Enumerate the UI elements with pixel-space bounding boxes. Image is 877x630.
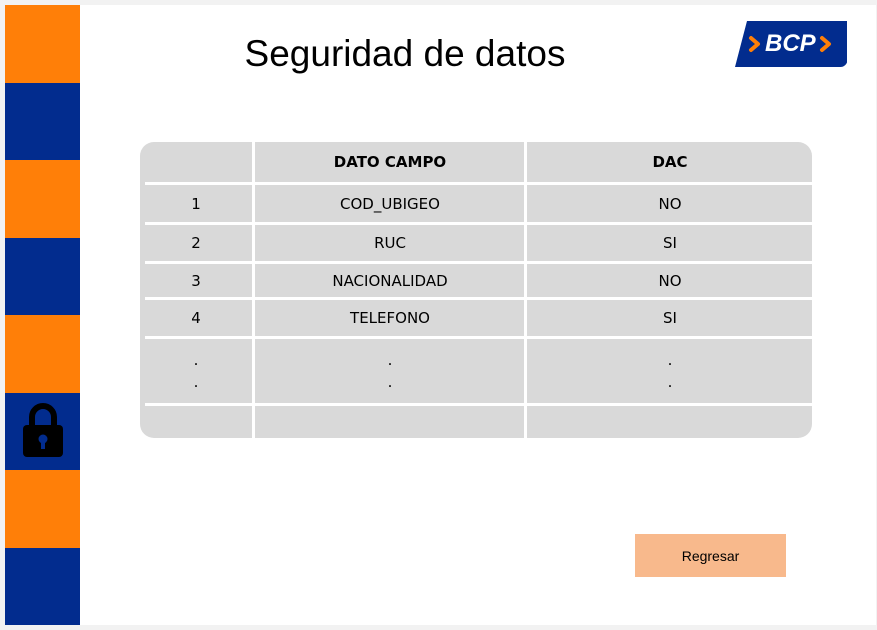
ellipsis-dot: . — [193, 373, 199, 391]
lock-icon — [21, 401, 65, 457]
ellipsis-cell: . . — [256, 339, 524, 403]
cell-dac: NO — [658, 194, 682, 213]
screen: Seguridad de datos BCP DATO CAMPO DAC 1 … — [5, 5, 876, 625]
cell-index: 2 — [191, 234, 201, 252]
cell-dac: NO — [658, 271, 682, 290]
cell-dato-campo: RUC — [374, 234, 406, 252]
ellipsis-cell: . . — [140, 339, 252, 403]
regresar-button[interactable]: Regresar — [635, 534, 786, 577]
ellipsis-dot: . — [387, 373, 393, 391]
cell-dato-campo: COD_UBIGEO — [340, 194, 440, 213]
stripe-blue — [5, 237, 80, 315]
table-row: 2 RUC SI — [140, 225, 812, 261]
ellipsis-dot: . — [387, 351, 393, 369]
cell-index: 3 — [191, 271, 201, 290]
empty-cell — [140, 406, 252, 438]
ellipsis-dot: . — [667, 373, 673, 391]
table-row: 1 COD_UBIGEO NO — [140, 185, 812, 222]
page-title: Seguridad de datos — [244, 33, 566, 74]
sidebar-stripes — [5, 5, 80, 625]
data-table: DATO CAMPO DAC 1 COD_UBIGEO NO 2 RUC SI … — [140, 142, 812, 438]
table-row: 3 NACIONALIDAD NO — [140, 264, 812, 297]
stripe-blue — [5, 82, 80, 160]
empty-cell — [256, 406, 524, 438]
cell-index: 1 — [191, 194, 201, 213]
cell-index: 4 — [191, 309, 201, 327]
table-row-empty — [140, 406, 812, 438]
stripe-orange — [5, 470, 80, 548]
logo-text: BCP — [765, 30, 816, 57]
empty-cell — [528, 406, 812, 438]
bcp-logo: BCP — [735, 21, 853, 67]
header-cell-index — [140, 142, 252, 182]
stripe-orange — [5, 160, 80, 238]
header-cell-dato-campo: DATO CAMPO — [333, 153, 447, 171]
header-cell-dac: DAC — [652, 153, 688, 171]
ellipsis-dot: . — [667, 351, 673, 369]
cell-dato-campo: NACIONALIDAD — [332, 271, 448, 290]
ellipsis-dot: . — [193, 351, 199, 369]
stripe-orange — [5, 5, 80, 83]
stripe-orange — [5, 315, 80, 393]
cell-dac: SI — [663, 234, 677, 252]
table-row: 4 TELEFONO SI — [140, 300, 812, 336]
stripe-blue — [5, 547, 80, 625]
ellipsis-cell: . . — [528, 339, 812, 403]
table-row-ellipsis: . . . . . . — [140, 339, 812, 403]
cell-dato-campo: TELEFONO — [350, 309, 430, 327]
cell-dac: SI — [663, 309, 677, 327]
table-header-row: DATO CAMPO DAC — [140, 142, 812, 182]
